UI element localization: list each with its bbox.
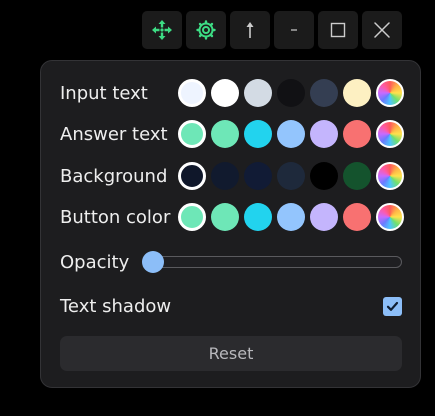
color-swatch[interactable] <box>277 120 305 148</box>
settings-button[interactable] <box>186 11 226 49</box>
move-button[interactable] <box>142 11 182 49</box>
window-toolbar <box>142 11 402 49</box>
arrow-up-icon <box>246 22 254 38</box>
custom-color-swatch[interactable] <box>376 162 404 190</box>
color-swatch[interactable] <box>277 79 305 107</box>
input-text-label: Input text <box>60 82 148 104</box>
input-text-row: Input text <box>60 78 404 108</box>
custom-color-swatch[interactable] <box>376 120 404 148</box>
color-swatch[interactable] <box>211 120 239 148</box>
minimize-button[interactable] <box>274 11 314 49</box>
opacity-slider-thumb[interactable] <box>142 251 164 273</box>
color-swatch[interactable] <box>310 203 338 231</box>
button-color-swatches <box>178 203 404 231</box>
appearance-panel: Input text Answer text Background Button… <box>40 60 421 388</box>
background-label: Background <box>60 165 168 187</box>
color-swatch[interactable] <box>277 162 305 190</box>
text-shadow-checkbox[interactable] <box>383 297 402 316</box>
answer-text-swatches <box>178 120 404 148</box>
color-swatch[interactable] <box>277 203 305 231</box>
color-swatch[interactable] <box>310 162 338 190</box>
text-shadow-row: Text shadow <box>60 291 402 321</box>
color-swatch[interactable] <box>343 79 371 107</box>
close-button[interactable] <box>362 11 402 49</box>
button-color-row: Button color <box>60 202 404 232</box>
answer-text-row: Answer text <box>60 119 404 149</box>
color-swatch[interactable] <box>310 79 338 107</box>
color-swatch[interactable] <box>343 120 371 148</box>
color-swatch[interactable] <box>244 203 272 231</box>
color-swatch[interactable] <box>244 79 272 107</box>
reset-button[interactable]: Reset <box>60 336 402 371</box>
button-color-label: Button color <box>60 206 171 228</box>
color-swatch[interactable] <box>211 203 239 231</box>
custom-color-swatch[interactable] <box>376 79 404 107</box>
color-swatch[interactable] <box>244 120 272 148</box>
move-icon <box>152 20 172 40</box>
opacity-slider[interactable] <box>142 251 402 273</box>
color-swatch[interactable] <box>178 79 206 107</box>
maximize-button[interactable] <box>318 11 358 49</box>
opacity-row: Opacity <box>60 247 402 277</box>
color-swatch[interactable] <box>244 162 272 190</box>
color-swatch[interactable] <box>178 120 206 148</box>
app-root: Input text Answer text Background Button… <box>0 0 435 416</box>
color-swatch[interactable] <box>310 120 338 148</box>
color-swatch[interactable] <box>211 162 239 190</box>
text-shadow-label: Text shadow <box>60 295 172 317</box>
maximize-icon <box>330 22 346 38</box>
checkmark-icon <box>386 301 399 311</box>
background-row: Background <box>60 161 404 191</box>
color-swatch[interactable] <box>211 79 239 107</box>
pin-button[interactable] <box>230 11 270 49</box>
color-swatch[interactable] <box>343 162 371 190</box>
color-swatch[interactable] <box>178 162 206 190</box>
input-text-swatches <box>178 79 404 107</box>
gear-icon <box>196 20 216 40</box>
minimize-icon <box>291 29 297 31</box>
answer-text-label: Answer text <box>60 123 168 145</box>
background-swatches <box>178 162 404 190</box>
color-swatch[interactable] <box>178 203 206 231</box>
color-swatch[interactable] <box>343 203 371 231</box>
custom-color-swatch[interactable] <box>376 203 404 231</box>
close-icon <box>374 22 390 38</box>
